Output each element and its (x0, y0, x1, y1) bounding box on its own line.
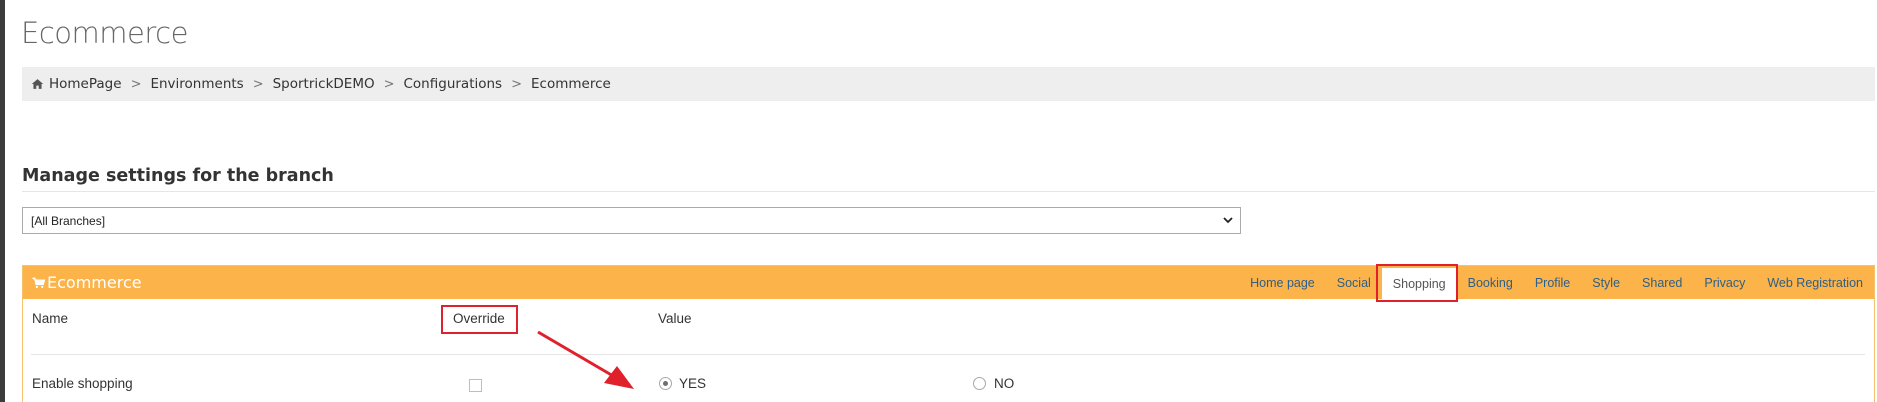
divider (22, 191, 1875, 192)
chevron-down-icon (1222, 214, 1234, 226)
shopping-cart-icon (32, 277, 45, 289)
tab-booking[interactable]: Booking (1457, 266, 1524, 299)
table-row-divider (31, 354, 1865, 355)
breadcrumb-separator: > (511, 76, 522, 92)
column-header-value: Value (658, 311, 692, 326)
radio-yes-label: YES (679, 376, 707, 391)
panel-title: Ecommerce (47, 273, 142, 292)
page-title: Ecommerce (21, 16, 188, 50)
tab-shared[interactable]: Shared (1631, 266, 1693, 299)
radio-selected-dot (663, 381, 668, 386)
tab-social[interactable]: Social (1326, 266, 1382, 299)
branch-settings-heading: Manage settings for the branch (22, 166, 334, 186)
breadcrumb-separator: > (252, 76, 264, 92)
branch-select[interactable]: [All Branches] (22, 207, 1241, 234)
setting-name-enable-shopping: Enable shopping (32, 376, 133, 391)
tab-shopping[interactable]: Shopping (1381, 268, 1457, 299)
breadcrumb-separator: > (130, 76, 142, 92)
breadcrumb-separator: > (383, 76, 395, 92)
radio-no-label: NO (994, 376, 1015, 391)
override-checkbox[interactable] (469, 379, 482, 392)
window-left-edge (0, 0, 5, 402)
breadcrumb-configurations[interactable]: Configurations (404, 76, 503, 92)
home-icon (31, 78, 44, 90)
column-header-name: Name (32, 311, 69, 326)
tab-privacy[interactable]: Privacy (1693, 266, 1756, 299)
radio-no[interactable] (973, 377, 986, 390)
panel-header: Ecommerce Home page Social Shopping Book… (23, 266, 1874, 299)
breadcrumb-sportrickdemo[interactable]: SportrickDEMO (273, 76, 375, 92)
panel-tabs: Home page Social Shopping Booking Profil… (1239, 266, 1874, 299)
breadcrumb-environments[interactable]: Environments (150, 76, 243, 92)
branch-select-value: [All Branches] (31, 213, 106, 228)
breadcrumb-homepage[interactable]: HomePage (49, 76, 122, 92)
tab-home-page[interactable]: Home page (1239, 266, 1326, 299)
tab-profile[interactable]: Profile (1524, 266, 1581, 299)
breadcrumb: HomePage > Environments > SportrickDEMO … (22, 67, 1875, 101)
tab-style[interactable]: Style (1581, 266, 1631, 299)
tab-web-registration[interactable]: Web Registration (1756, 266, 1874, 299)
breadcrumb-ecommerce: Ecommerce (531, 76, 611, 92)
radio-yes[interactable] (659, 377, 672, 390)
column-header-override: Override (453, 311, 505, 326)
ecommerce-panel: Ecommerce Home page Social Shopping Book… (22, 265, 1875, 402)
